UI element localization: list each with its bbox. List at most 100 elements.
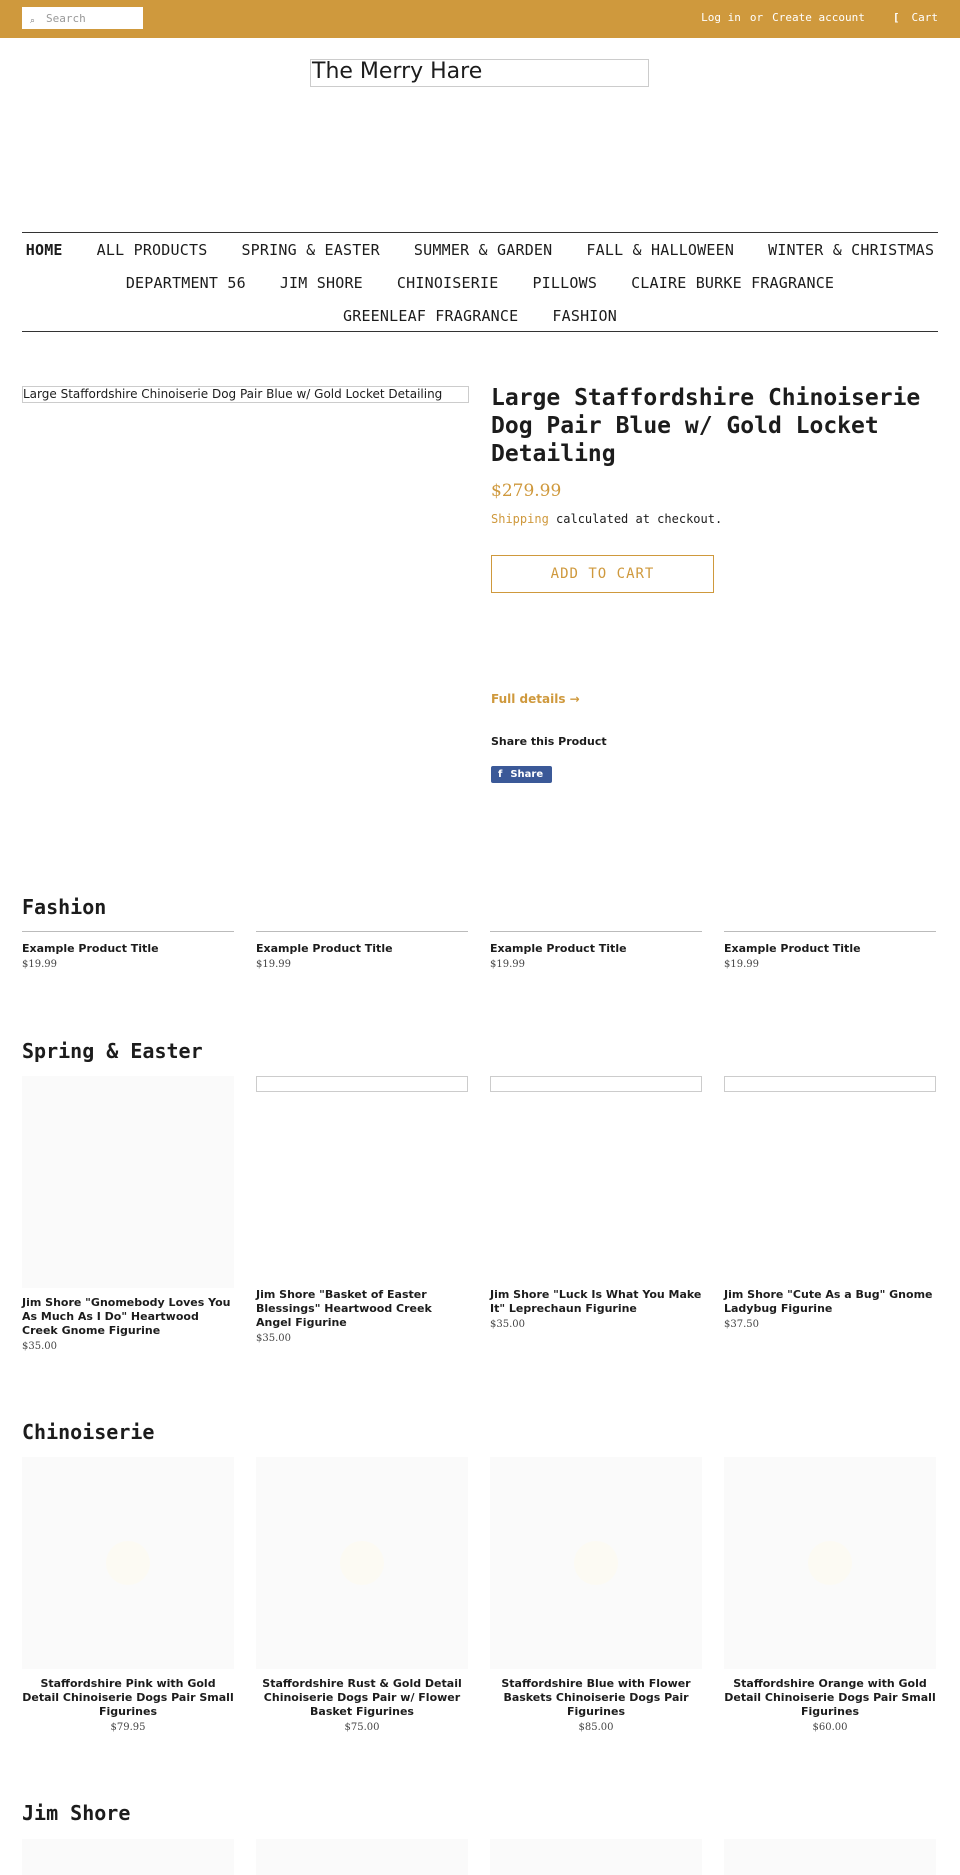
product-card[interactable]: Staffordshire Orange with Gold Detail Ch…	[724, 1457, 936, 1733]
announcement-top-bar: ⌕ Log in or Create account [ Cart	[0, 0, 960, 38]
card-title[interactable]: Staffordshire Pink with Gold Detail Chin…	[22, 1677, 234, 1719]
product-image[interactable]	[22, 1839, 234, 1875]
card-title[interactable]: Jim Shore "Gnomebody Loves You As Much A…	[22, 1296, 234, 1338]
nav-item-home[interactable]: HOME	[26, 241, 63, 259]
product-card[interactable]: Jim Shore "Basket of Easter Blessings" H…	[256, 1076, 468, 1344]
product-card[interactable]: Example Product Title $19.99	[256, 931, 468, 970]
or-text: or	[749, 11, 764, 24]
product-title: Large Staffordshire Chinoiserie Dog Pair…	[491, 385, 921, 467]
nav-row-3: GREENLEAF FRAGRANCE FASHION	[22, 307, 938, 325]
nav-row-1: HOME ALL PRODUCTS SPRING & EASTER SUMMER…	[22, 241, 938, 259]
card-divider	[256, 931, 468, 932]
nav-item-jim-shore[interactable]: JIM SHORE	[280, 274, 363, 292]
nav-item-chinoiserie[interactable]: CHINOISERIE	[397, 274, 499, 292]
image-placeholder-icon	[574, 1541, 618, 1585]
nav-item-all-products[interactable]: ALL PRODUCTS	[97, 241, 208, 259]
card-title[interactable]: Staffordshire Blue with Flower Baskets C…	[490, 1677, 702, 1719]
card-title[interactable]: Example Product Title	[724, 942, 936, 956]
facebook-icon: f	[498, 769, 503, 780]
card-price: $19.99	[724, 959, 759, 970]
cart-link[interactable]: Cart	[912, 11, 939, 24]
nav-item-spring-easter[interactable]: SPRING & EASTER	[241, 241, 379, 259]
product-image[interactable]	[724, 1839, 936, 1875]
product-card[interactable]: Example Product Title $19.99	[724, 931, 936, 970]
card-title[interactable]: Example Product Title	[256, 942, 468, 956]
card-price: $60.00	[812, 1722, 848, 1733]
shipping-link[interactable]: Shipping	[491, 512, 549, 526]
section-title-jim-shore[interactable]: Jim Shore	[22, 1801, 130, 1825]
full-details-link[interactable]: Full details →	[491, 692, 580, 706]
product-card[interactable]: Example Product Title $19.99	[22, 931, 234, 970]
shipping-policy: Shipping calculated at checkout.	[491, 512, 722, 526]
customer-links: Log in or Create account [ Cart	[701, 11, 938, 24]
card-price: $19.99	[256, 959, 291, 970]
product-card[interactable]: Staffordshire Pink with Gold Detail Chin…	[22, 1457, 234, 1733]
nav-item-department-56[interactable]: DEPARTMENT 56	[126, 274, 246, 292]
login-link[interactable]: Log in	[701, 11, 741, 24]
nav-item-winter-christmas[interactable]: WINTER & CHRISTMAS	[768, 241, 934, 259]
card-price: $37.50	[724, 1319, 759, 1330]
product-price: $279.99	[491, 481, 562, 501]
product-image[interactable]	[490, 1839, 702, 1875]
card-title[interactable]: Staffordshire Orange with Gold Detail Ch…	[724, 1677, 936, 1719]
product-card[interactable]: Example Product Title $19.99	[490, 931, 702, 970]
nav-item-claire-burke-fragrance[interactable]: CLAIRE BURKE FRAGRANCE	[631, 274, 834, 292]
cart-icon[interactable]: [	[893, 11, 900, 24]
card-divider	[490, 931, 702, 932]
nav-row-2: DEPARTMENT 56 JIM SHORE CHINOISERIE PILL…	[22, 274, 938, 292]
product-card[interactable]: Staffordshire Rust & Gold Detail Chinois…	[256, 1457, 468, 1733]
image-placeholder-icon	[808, 1541, 852, 1585]
section-title-fashion[interactable]: Fashion	[22, 895, 106, 919]
product-image[interactable]	[724, 1457, 936, 1669]
card-price: $19.99	[22, 959, 57, 970]
product-image[interactable]: Large Staffordshire Chinoiserie Dog Pair…	[22, 386, 469, 403]
card-divider	[724, 931, 936, 932]
card-price: $35.00	[256, 1333, 291, 1344]
create-account-link[interactable]: Create account	[772, 11, 865, 24]
card-title[interactable]: Jim Shore "Cute As a Bug" Gnome Ladybug …	[724, 1288, 936, 1316]
card-price: $35.00	[490, 1319, 525, 1330]
search-input[interactable]	[46, 9, 140, 27]
product-image[interactable]	[256, 1076, 468, 1092]
section-title-chinoiserie[interactable]: Chinoiserie	[22, 1420, 154, 1444]
search-icon[interactable]: ⌕	[30, 15, 40, 25]
nav-item-fall-halloween[interactable]: FALL & HALLOWEEN	[586, 241, 734, 259]
product-image[interactable]	[256, 1457, 468, 1669]
card-title[interactable]: Example Product Title	[22, 942, 234, 956]
nav-item-pillows[interactable]: PILLOWS	[532, 274, 597, 292]
product-image[interactable]	[256, 1839, 468, 1875]
shipping-text: calculated at checkout.	[548, 512, 723, 526]
card-price: $19.99	[490, 959, 525, 970]
main-navigation: HOME ALL PRODUCTS SPRING & EASTER SUMMER…	[22, 232, 938, 332]
card-title[interactable]: Staffordshire Rust & Gold Detail Chinois…	[256, 1677, 468, 1719]
search-form[interactable]: ⌕	[22, 7, 143, 29]
product-image[interactable]	[490, 1457, 702, 1669]
card-title[interactable]: Jim Shore "Luck Is What You Make It" Lep…	[490, 1288, 702, 1316]
product-card[interactable]: Jim Shore "Cute As a Bug" Gnome Ladybug …	[724, 1076, 936, 1330]
image-placeholder-icon	[106, 1541, 150, 1585]
facebook-share-button[interactable]: f Share	[491, 766, 552, 783]
card-divider	[22, 931, 234, 932]
card-price: $35.00	[22, 1341, 57, 1352]
site-logo[interactable]: The Merry Hare	[310, 59, 649, 87]
card-price: $75.00	[344, 1722, 380, 1733]
product-card[interactable]: Jim Shore "Luck Is What You Make It" Lep…	[490, 1076, 702, 1330]
add-to-cart-button[interactable]: ADD TO CART	[491, 555, 714, 593]
product-card[interactable]: Jim Shore "Gnomebody Loves You As Much A…	[22, 1076, 234, 1352]
card-price: $79.95	[110, 1722, 146, 1733]
share-label: Share	[510, 769, 544, 780]
product-image[interactable]	[490, 1076, 702, 1092]
nav-item-greenleaf-fragrance[interactable]: GREENLEAF FRAGRANCE	[343, 307, 518, 325]
product-image[interactable]	[22, 1457, 234, 1669]
image-placeholder-icon	[340, 1541, 384, 1585]
card-title[interactable]: Jim Shore "Basket of Easter Blessings" H…	[256, 1288, 468, 1330]
product-card[interactable]: Staffordshire Blue with Flower Baskets C…	[490, 1457, 702, 1733]
card-title[interactable]: Example Product Title	[490, 942, 702, 956]
share-heading: Share this Product	[491, 735, 607, 748]
section-title-spring-easter[interactable]: Spring & Easter	[22, 1039, 203, 1063]
product-image[interactable]	[22, 1076, 234, 1288]
nav-item-summer-garden[interactable]: SUMMER & GARDEN	[414, 241, 552, 259]
card-price: $85.00	[578, 1722, 614, 1733]
nav-item-fashion[interactable]: FASHION	[552, 307, 617, 325]
product-image[interactable]	[724, 1076, 936, 1092]
